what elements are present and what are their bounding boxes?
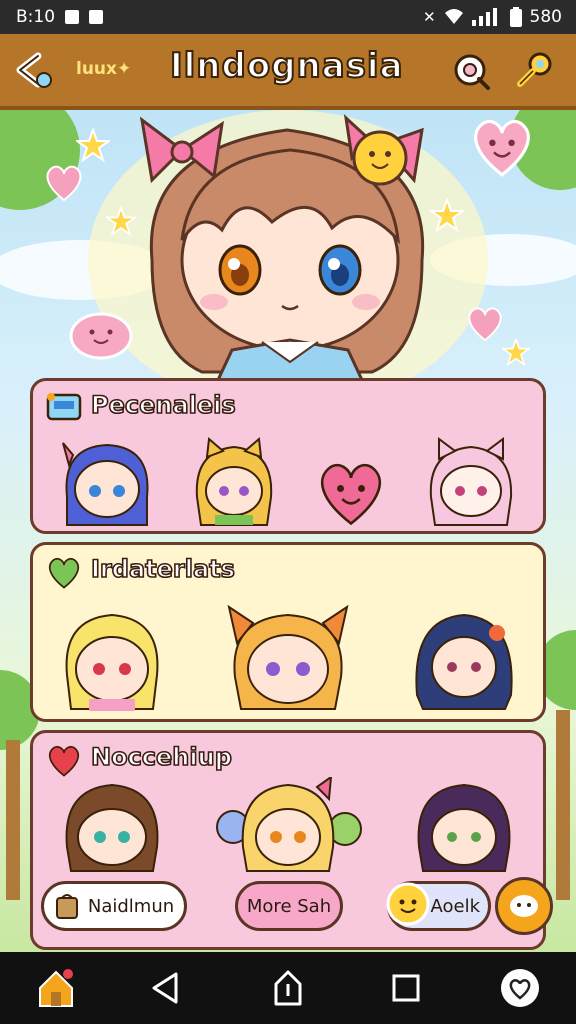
triangle-back-icon (152, 972, 178, 1004)
chibi-blonde-girl[interactable] (57, 605, 167, 715)
chibi-blonde-balloons[interactable] (213, 777, 363, 873)
target-icon (454, 54, 490, 90)
key-icon (517, 52, 552, 87)
home-icon (39, 969, 73, 1007)
chibi-pink-cat[interactable] (423, 437, 519, 527)
smiley-sticker-icon (386, 882, 430, 926)
battery-icon (509, 7, 522, 27)
mute-icon: ✕ (422, 8, 436, 26)
star-sticker (502, 338, 530, 366)
system-nav-bar (0, 952, 576, 1024)
green-heart-icon (48, 557, 80, 589)
ask-button-label: Aoelk (430, 895, 480, 917)
heart-face-icon[interactable] (311, 457, 391, 527)
home-button[interactable] (34, 966, 78, 1010)
square-icon (392, 974, 420, 1002)
recents-button[interactable] (384, 966, 428, 1010)
battery-level: 580 (529, 7, 562, 27)
back-icon (16, 52, 52, 88)
share-button[interactable] (266, 966, 310, 1010)
status-time: B:10 (16, 7, 56, 27)
chat-box-icon (46, 393, 82, 421)
back-button[interactable] (12, 48, 56, 92)
bag-icon (55, 894, 78, 919)
header-subtitle: luux✦ (76, 59, 132, 79)
heart-sticker-left (46, 165, 82, 202)
nav-back-button[interactable] (144, 966, 188, 1010)
upload-icon (274, 970, 302, 1006)
heart-sticker-right (468, 307, 502, 342)
chibi-blue-hair[interactable] (57, 437, 157, 527)
more-button-label: More Sah (246, 895, 332, 917)
section-card-interests[interactable]: Irdaterlats (30, 542, 546, 722)
download-icon (89, 10, 104, 24)
section-card-friendship[interactable]: Noccehiup Naidlmun More Sah Aoelk (30, 730, 553, 950)
inventory-button[interactable]: Naidlmun (41, 881, 187, 931)
chibi-orange-bow[interactable] (223, 603, 353, 715)
hero-character-illustration (139, 114, 425, 380)
status-bar: B:10 ✕ 580 (0, 0, 576, 34)
chat-face-icon (510, 895, 538, 917)
chibi-purple-hair[interactable] (409, 777, 519, 873)
app-header: luux✦ Ilndognasia (0, 34, 576, 110)
section-title: Pecenaleis (90, 390, 236, 420)
heart-icon (501, 969, 539, 1007)
section-title: Irdaterlats (90, 554, 236, 584)
page-title: Ilndognasia (169, 45, 404, 87)
fab-chat-button[interactable] (495, 877, 553, 935)
section-card-personalities[interactable]: Pecenaleis (30, 378, 546, 534)
star-sticker (76, 128, 110, 162)
favorites-button[interactable] (498, 966, 542, 1010)
signal-icon (471, 8, 497, 26)
chibi-blonde-cat[interactable] (189, 437, 279, 527)
gallery-icon (65, 10, 80, 24)
key-button[interactable] (512, 48, 556, 92)
heart-face-sticker (474, 119, 530, 177)
section-title: Noccehiup (90, 742, 232, 772)
chibi-navy-hair[interactable] (409, 605, 519, 715)
inventory-button-label: Naidlmun (87, 895, 175, 917)
ask-button[interactable]: Aoelk (386, 881, 491, 931)
target-button[interactable] (448, 48, 492, 92)
chibi-brown-hair[interactable] (57, 777, 167, 873)
more-button[interactable]: More Sah (235, 881, 343, 931)
wifi-icon (444, 9, 463, 24)
main-scene: Pecenaleis Irdaterlats Noccehiup Naidlmu… (0, 110, 576, 952)
red-heart-icon (48, 745, 80, 777)
